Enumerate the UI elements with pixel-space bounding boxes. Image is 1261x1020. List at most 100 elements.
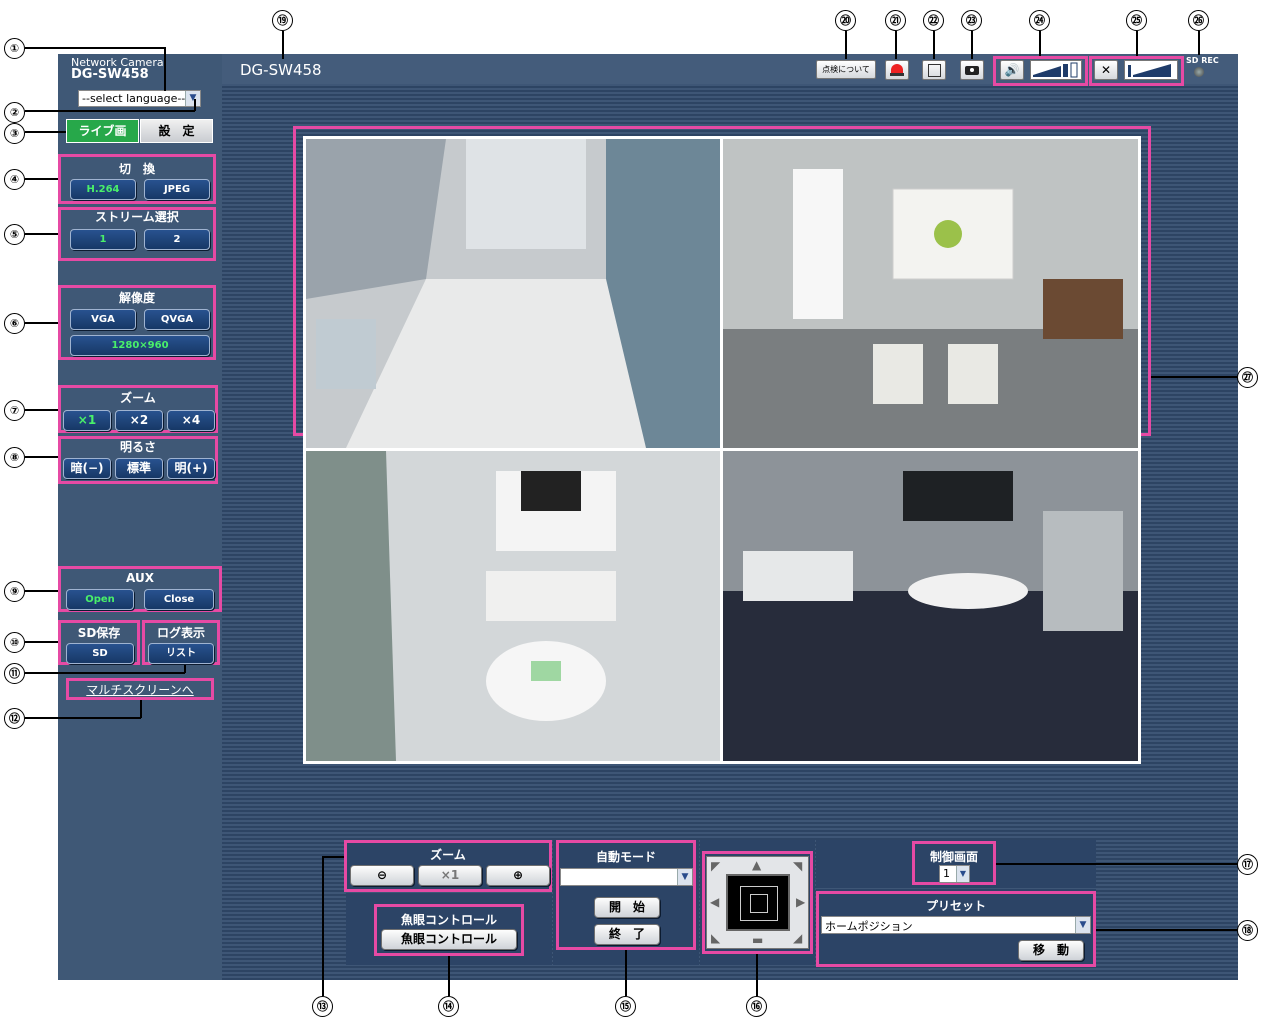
qvga-button[interactable]: QVGA <box>144 309 210 330</box>
video-view-4[interactable] <box>723 451 1138 761</box>
sd-rec-indicator-icon <box>1194 67 1204 77</box>
zoom-out-button[interactable]: ⊖ <box>350 865 414 886</box>
stream-1-button[interactable]: 1 <box>70 229 136 250</box>
aux-close-button[interactable]: Close <box>144 589 214 610</box>
auto-mode-select[interactable]: ▼ <box>560 868 693 886</box>
zoom-x2-button[interactable]: ×2 <box>115 410 163 431</box>
arrow-up-icon[interactable]: ▲ <box>752 858 761 872</box>
callout-15: ⑮ <box>615 996 636 1017</box>
callout-19: ⑲ <box>272 10 293 31</box>
tab-live[interactable]: ライブ画 <box>66 119 139 143</box>
h264-button[interactable]: H.264 <box>70 179 136 200</box>
callout-5: ⑤ <box>4 224 25 245</box>
fullscreen-icon <box>928 64 941 77</box>
callout-26: ㉖ <box>1188 10 1209 31</box>
mic-mute-icon: ✕ <box>1100 63 1112 77</box>
callout-1: ① <box>4 38 25 59</box>
callout-8: ⑧ <box>4 447 25 468</box>
snapshot-button[interactable] <box>960 60 984 80</box>
alarm-lamp-icon <box>891 64 903 73</box>
callout-23: ㉓ <box>961 10 982 31</box>
fullscreen-button[interactable] <box>922 60 946 80</box>
aux-open-button[interactable]: Open <box>66 589 134 610</box>
sd-button[interactable]: SD <box>66 643 134 664</box>
speaker-icon: 🔊 <box>1004 63 1020 77</box>
stream-title: ストリーム選択 <box>95 210 179 224</box>
arrow-down-right-icon[interactable]: ◢ <box>793 931 802 945</box>
chevron-down-icon[interactable]: ▼ <box>185 91 200 106</box>
chevron-down-icon[interactable]: ▼ <box>956 866 969 882</box>
callout-18: ⑱ <box>1237 920 1258 941</box>
tab-setup-label: 設 定 <box>158 124 195 138</box>
callout-17: ⑰ <box>1237 854 1258 875</box>
arrow-right-icon[interactable]: ▶ <box>796 895 805 909</box>
speaker-button[interactable]: 🔊 <box>1000 60 1024 80</box>
video-view-1[interactable] <box>306 139 720 448</box>
callout-22: ㉒ <box>923 10 944 31</box>
arrow-down-icon[interactable]: ▬ <box>752 933 763 947</box>
arrow-up-right-icon[interactable]: ◥ <box>793 859 802 873</box>
preset-move-button[interactable]: 移 動 <box>1018 940 1084 961</box>
zoom-in-button[interactable]: ⊕ <box>486 865 550 886</box>
video-view-2[interactable] <box>723 139 1138 448</box>
video-image-1 <box>306 139 720 448</box>
log-list-button[interactable]: リスト <box>148 643 214 664</box>
arrow-down-left-icon[interactable]: ◣ <box>711 931 720 945</box>
brightness-title: 明るさ <box>119 440 156 454</box>
language-select[interactable]: --select language-- ▼ <box>78 90 201 107</box>
position-pad-icon[interactable] <box>726 874 790 931</box>
preset-select[interactable]: ホームポジション ▼ <box>821 916 1091 934</box>
preset-title: プリセット <box>925 899 986 913</box>
callout-21: ㉑ <box>885 10 906 31</box>
callout-11: ⑪ <box>4 663 25 684</box>
callout-12: ⑫ <box>4 708 25 729</box>
vga-button[interactable]: VGA <box>70 309 136 330</box>
resolution-title: 解像度 <box>118 291 155 305</box>
chevron-down-icon[interactable]: ▼ <box>677 869 692 885</box>
control-screen-select[interactable]: 1 ▼ <box>939 865 970 883</box>
video-view-3[interactable] <box>306 451 720 761</box>
video-image-3 <box>306 451 720 761</box>
callout-16: ⑯ <box>746 996 767 1017</box>
inspection-button-label: 点検について <box>822 65 870 74</box>
callout-20: ⑳ <box>835 10 856 31</box>
zoom-out-icon: ⊖ <box>376 868 388 882</box>
zoom-reset-button[interactable]: ×1 <box>418 865 482 886</box>
multiscreen-link[interactable]: マルチスクリーンへ <box>68 681 212 698</box>
direction-pad[interactable]: ◤ ▲ ◥ ◀ ▶ ◣ ▬ ◢ <box>706 856 809 949</box>
control-screen-select-value: 1 <box>943 867 950 880</box>
model-name: DG-SW458 <box>71 67 149 82</box>
camera-title: DG-SW458 <box>240 61 322 79</box>
mic-volume-slider[interactable] <box>1124 60 1178 80</box>
auto-mode-title: 自動モード <box>595 850 656 864</box>
callout-10: ⑩ <box>4 632 25 653</box>
video-area[interactable] <box>303 136 1141 764</box>
callout-7: ⑦ <box>4 400 25 421</box>
chevron-down-icon[interactable]: ▼ <box>1075 917 1090 933</box>
video-image-4 <box>723 451 1138 761</box>
tab-live-label: ライブ画 <box>78 124 127 138</box>
switch-title: 切 換 <box>118 162 155 176</box>
fisheye-control-button[interactable]: 魚眼コントロール <box>381 929 517 950</box>
brightness-dark-button[interactable]: 暗(−) <box>63 458 111 479</box>
auto-start-button[interactable]: 開 始 <box>594 897 660 918</box>
inspection-button[interactable]: 点検について <box>816 60 876 79</box>
brightness-bright-button[interactable]: 明(+) <box>167 458 215 479</box>
alarm-button[interactable] <box>885 60 909 80</box>
hd-resolution-button[interactable]: 1280×960 <box>70 335 210 356</box>
callout-14: ⑭ <box>438 996 459 1017</box>
arrow-up-left-icon[interactable]: ◤ <box>711 859 720 873</box>
brightness-normal-button[interactable]: 標準 <box>115 458 163 479</box>
zoom-x4-button[interactable]: ×4 <box>167 410 215 431</box>
callout-24: ㉔ <box>1029 10 1050 31</box>
aux-title: AUX <box>126 571 154 585</box>
zoom-x1-button[interactable]: ×1 <box>63 410 111 431</box>
arrow-left-icon[interactable]: ◀ <box>710 895 719 909</box>
speaker-volume-slider[interactable] <box>1030 60 1082 80</box>
tab-setup[interactable]: 設 定 <box>140 119 213 143</box>
stream-2-button[interactable]: 2 <box>144 229 210 250</box>
mic-button[interactable]: ✕ <box>1094 60 1118 80</box>
jpeg-button[interactable]: JPEG <box>144 179 210 200</box>
auto-end-button[interactable]: 終 了 <box>594 924 660 945</box>
callout-6: ⑥ <box>4 313 25 334</box>
